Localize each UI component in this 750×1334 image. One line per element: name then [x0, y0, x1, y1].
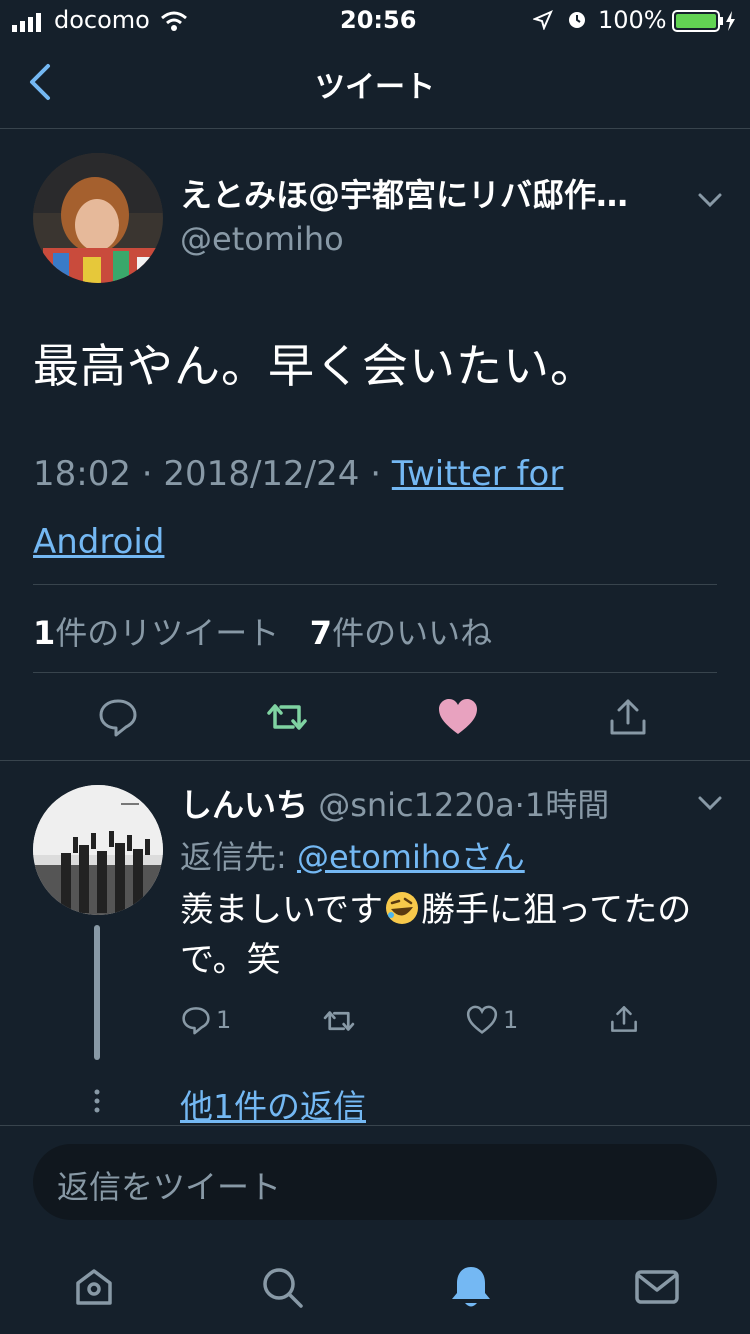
divider: [33, 672, 717, 673]
reply-to-label: 返信先:: [180, 838, 297, 876]
reply-author-name[interactable]: しんいち: [180, 786, 308, 824]
reply-icon[interactable]: [180, 1004, 212, 1036]
author-name[interactable]: えとみほ@宇都宮にリバ邸作…: [180, 170, 680, 216]
chevron-down-icon[interactable]: [694, 183, 726, 215]
signal-icon: [12, 13, 41, 32]
reply-separator: ·: [514, 786, 525, 824]
reply-header: しんいち @snic1220a·1時間: [180, 780, 609, 826]
engagement-counts: 1件のリツイート 7件のいいね: [33, 608, 492, 654]
tweet-text: 最高やん。早く会いたい。: [33, 339, 597, 393]
wifi-icon: [161, 11, 187, 31]
retweet-count-link[interactable]: 1件のリツイート: [33, 614, 279, 652]
like-count: 7: [309, 614, 333, 652]
divider: [0, 760, 750, 761]
status-bar: docomo 20:56 100%: [0, 0, 750, 40]
like-label: 件のいいね: [332, 614, 493, 652]
author-avatar[interactable]: [33, 153, 163, 283]
home-icon[interactable]: [70, 1263, 118, 1311]
retweet-icon[interactable]: [322, 1004, 356, 1038]
reply-author-avatar[interactable]: [33, 785, 163, 915]
battery-percent: 100%: [598, 6, 667, 34]
heart-icon[interactable]: [466, 1004, 498, 1036]
tweet-time: 18:02: [33, 454, 131, 494]
tweet-date: 2018/12/24: [163, 454, 360, 494]
reply-to: 返信先: @etomihoさん: [180, 832, 525, 878]
location-icon: [533, 10, 553, 30]
retweet-count: 1: [33, 614, 56, 652]
carrier-label: docomo: [54, 6, 150, 34]
notifications-bell-icon[interactable]: [447, 1263, 495, 1311]
reply-author-handle[interactable]: @snic1220a: [318, 786, 514, 824]
alarm-icon: [569, 12, 585, 28]
share-icon[interactable]: [608, 1002, 640, 1036]
chevron-down-icon[interactable]: [694, 786, 726, 818]
retweet-label: 件のリツイート: [55, 614, 280, 652]
author-handle[interactable]: @etomiho: [180, 220, 344, 258]
tab-bar: [0, 1245, 750, 1334]
reply-to-link[interactable]: @etomihoさん: [297, 838, 525, 876]
reply-elapsed: 1時間: [524, 786, 610, 824]
reply-reply-count: 1: [216, 1006, 232, 1034]
reply-text: 羨ましいです 勝手に狙ってたので。笑: [180, 885, 700, 985]
reply-icon[interactable]: [96, 695, 140, 739]
divider: [33, 584, 717, 585]
reply-like-count: 1: [503, 1006, 519, 1034]
share-icon[interactable]: [606, 695, 650, 739]
search-icon[interactable]: [258, 1263, 306, 1311]
tweet-meta: 18:02 · 2018/12/24 · Twitter for Android: [33, 454, 564, 562]
clock: 20:56: [340, 6, 417, 34]
heart-icon[interactable]: [436, 695, 480, 739]
more-dots-icon: [94, 1089, 100, 1113]
battery-icon: [672, 10, 735, 32]
reply-text-part: 羨ましいです: [180, 890, 383, 930]
messages-icon[interactable]: [633, 1263, 681, 1311]
compose-bar: 返信をツイート: [0, 1125, 750, 1246]
retweet-icon[interactable]: [265, 695, 309, 739]
like-count-link[interactable]: 7件のいいね: [310, 614, 492, 652]
compose-placeholder: 返信をツイート: [57, 1168, 282, 1206]
reply-compose-input[interactable]: 返信をツイート: [33, 1144, 717, 1220]
show-more-replies-link[interactable]: 他1件の返信: [180, 1080, 366, 1128]
header: ツイート: [0, 40, 750, 129]
page-title: ツイート: [315, 70, 435, 105]
thread-line: [94, 925, 100, 1060]
rofl-emoji-icon: [385, 892, 418, 924]
